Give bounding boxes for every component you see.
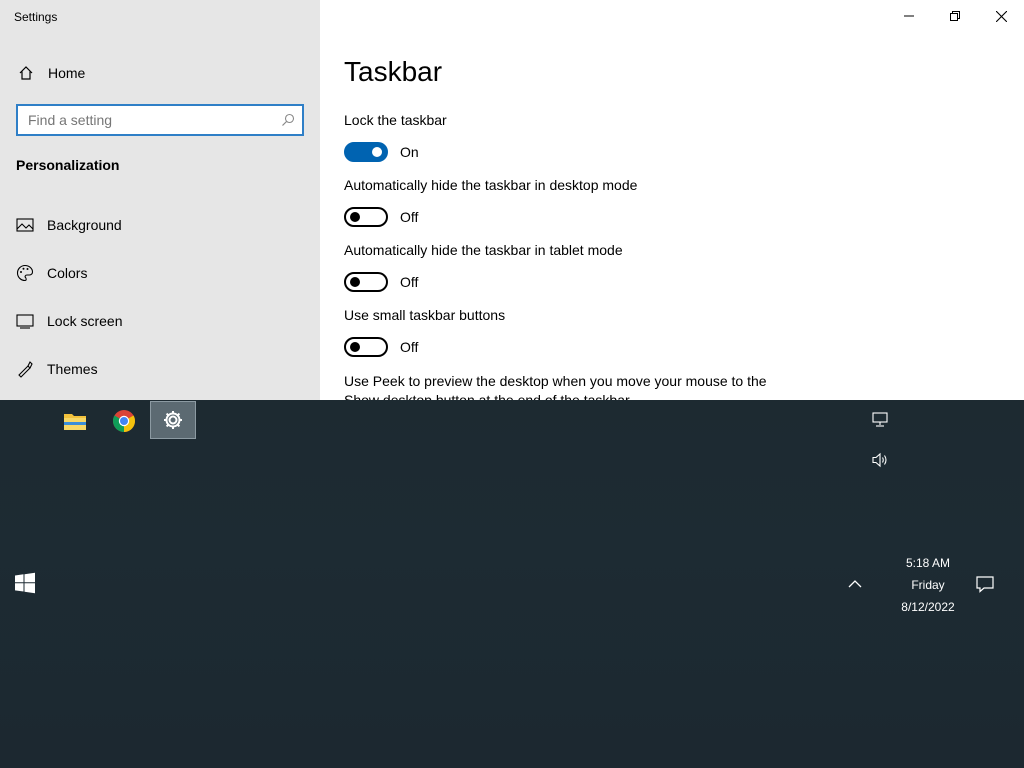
chevron-up-icon xyxy=(848,580,862,588)
notification-icon xyxy=(976,576,994,593)
toggle-state: Off xyxy=(400,209,419,225)
volume-icon xyxy=(872,452,887,468)
search-icon[interactable] xyxy=(274,106,302,134)
setting-label: Automatically hide the taskbar in deskto… xyxy=(344,177,638,193)
close-icon xyxy=(995,10,1007,22)
clock-day: Friday xyxy=(911,578,945,592)
volume-tray-button[interactable] xyxy=(865,445,895,475)
show-hidden-icons-button[interactable] xyxy=(840,569,870,599)
small-buttons-toggle[interactable] xyxy=(344,337,388,357)
taskbar-clock[interactable]: 5:18 AM Friday 8/12/2022 xyxy=(890,552,966,618)
setting-label: Automatically hide the taskbar in tablet… xyxy=(344,242,623,258)
lock-taskbar-toggle[interactable] xyxy=(344,142,388,162)
sidebar-item-label: Colors xyxy=(47,265,88,281)
sidebar-item-label: Background xyxy=(47,217,122,233)
settings-window: Settings Home Personalization Background xyxy=(0,0,1024,400)
chrome-button[interactable] xyxy=(101,402,147,440)
peek-setting-label: Use Peek to preview the desktop when you… xyxy=(344,373,767,400)
toggle-state: Off xyxy=(400,339,419,355)
minimize-icon xyxy=(904,15,914,17)
autohide-desktop-toggle[interactable] xyxy=(344,207,388,227)
file-explorer-icon xyxy=(64,414,86,430)
windows-logo-icon xyxy=(15,572,35,594)
home-label: Home xyxy=(48,65,86,81)
toggle-state: On xyxy=(400,144,419,160)
sidebar-item-lock-screen[interactable]: Lock screen xyxy=(0,303,320,339)
file-explorer-button[interactable] xyxy=(52,402,98,440)
minimize-button[interactable] xyxy=(886,0,932,32)
autohide-tablet-toggle[interactable] xyxy=(344,272,388,292)
setting-label: Use small taskbar buttons xyxy=(344,307,506,323)
search-box[interactable] xyxy=(16,104,304,136)
close-button[interactable] xyxy=(978,0,1024,32)
picture-icon xyxy=(16,216,34,234)
network-tray-button[interactable] xyxy=(865,405,895,435)
sidebar: Settings Home Personalization Background xyxy=(0,0,320,400)
section-heading: Personalization xyxy=(16,157,120,173)
palette-icon xyxy=(16,264,34,282)
clock-time: 5:18 AM xyxy=(905,556,951,570)
setting-label: Lock the taskbar xyxy=(344,112,447,128)
restore-icon xyxy=(950,11,960,21)
taskbar xyxy=(0,400,1024,768)
settings-gear-icon xyxy=(164,411,182,429)
themes-icon xyxy=(16,360,34,378)
chrome-icon xyxy=(113,410,135,432)
main-content: Taskbar Lock the taskbar On Automaticall… xyxy=(320,0,1024,400)
toggle-state: Off xyxy=(400,274,419,290)
restore-button[interactable] xyxy=(932,0,978,32)
app-title: Settings xyxy=(14,10,58,24)
setting-autohide-desktop: Automatically hide the taskbar in deskto… xyxy=(344,177,944,227)
network-icon xyxy=(872,412,888,427)
sidebar-item-label: Lock screen xyxy=(47,313,123,329)
home-nav-item[interactable]: Home xyxy=(0,58,320,88)
search-input[interactable] xyxy=(18,106,274,134)
sidebar-item-themes[interactable]: Themes xyxy=(0,351,320,387)
sidebar-item-label: Themes xyxy=(47,361,98,377)
sidebar-item-background[interactable]: Background xyxy=(0,207,320,243)
sidebar-item-colors[interactable]: Colors xyxy=(0,255,320,291)
start-button[interactable] xyxy=(8,566,42,600)
action-center-button[interactable] xyxy=(970,569,1000,599)
setting-lock-taskbar: Lock the taskbar On xyxy=(344,112,944,162)
home-icon xyxy=(17,64,35,82)
setting-small-buttons: Use small taskbar buttons Off xyxy=(344,307,944,357)
setting-autohide-tablet: Automatically hide the taskbar in tablet… xyxy=(344,242,944,292)
lock-screen-icon xyxy=(16,312,34,330)
window-controls xyxy=(886,0,1024,32)
page-title: Taskbar xyxy=(344,56,443,87)
settings-taskbar-button[interactable] xyxy=(150,401,196,439)
clock-date: 8/12/2022 xyxy=(901,600,955,614)
